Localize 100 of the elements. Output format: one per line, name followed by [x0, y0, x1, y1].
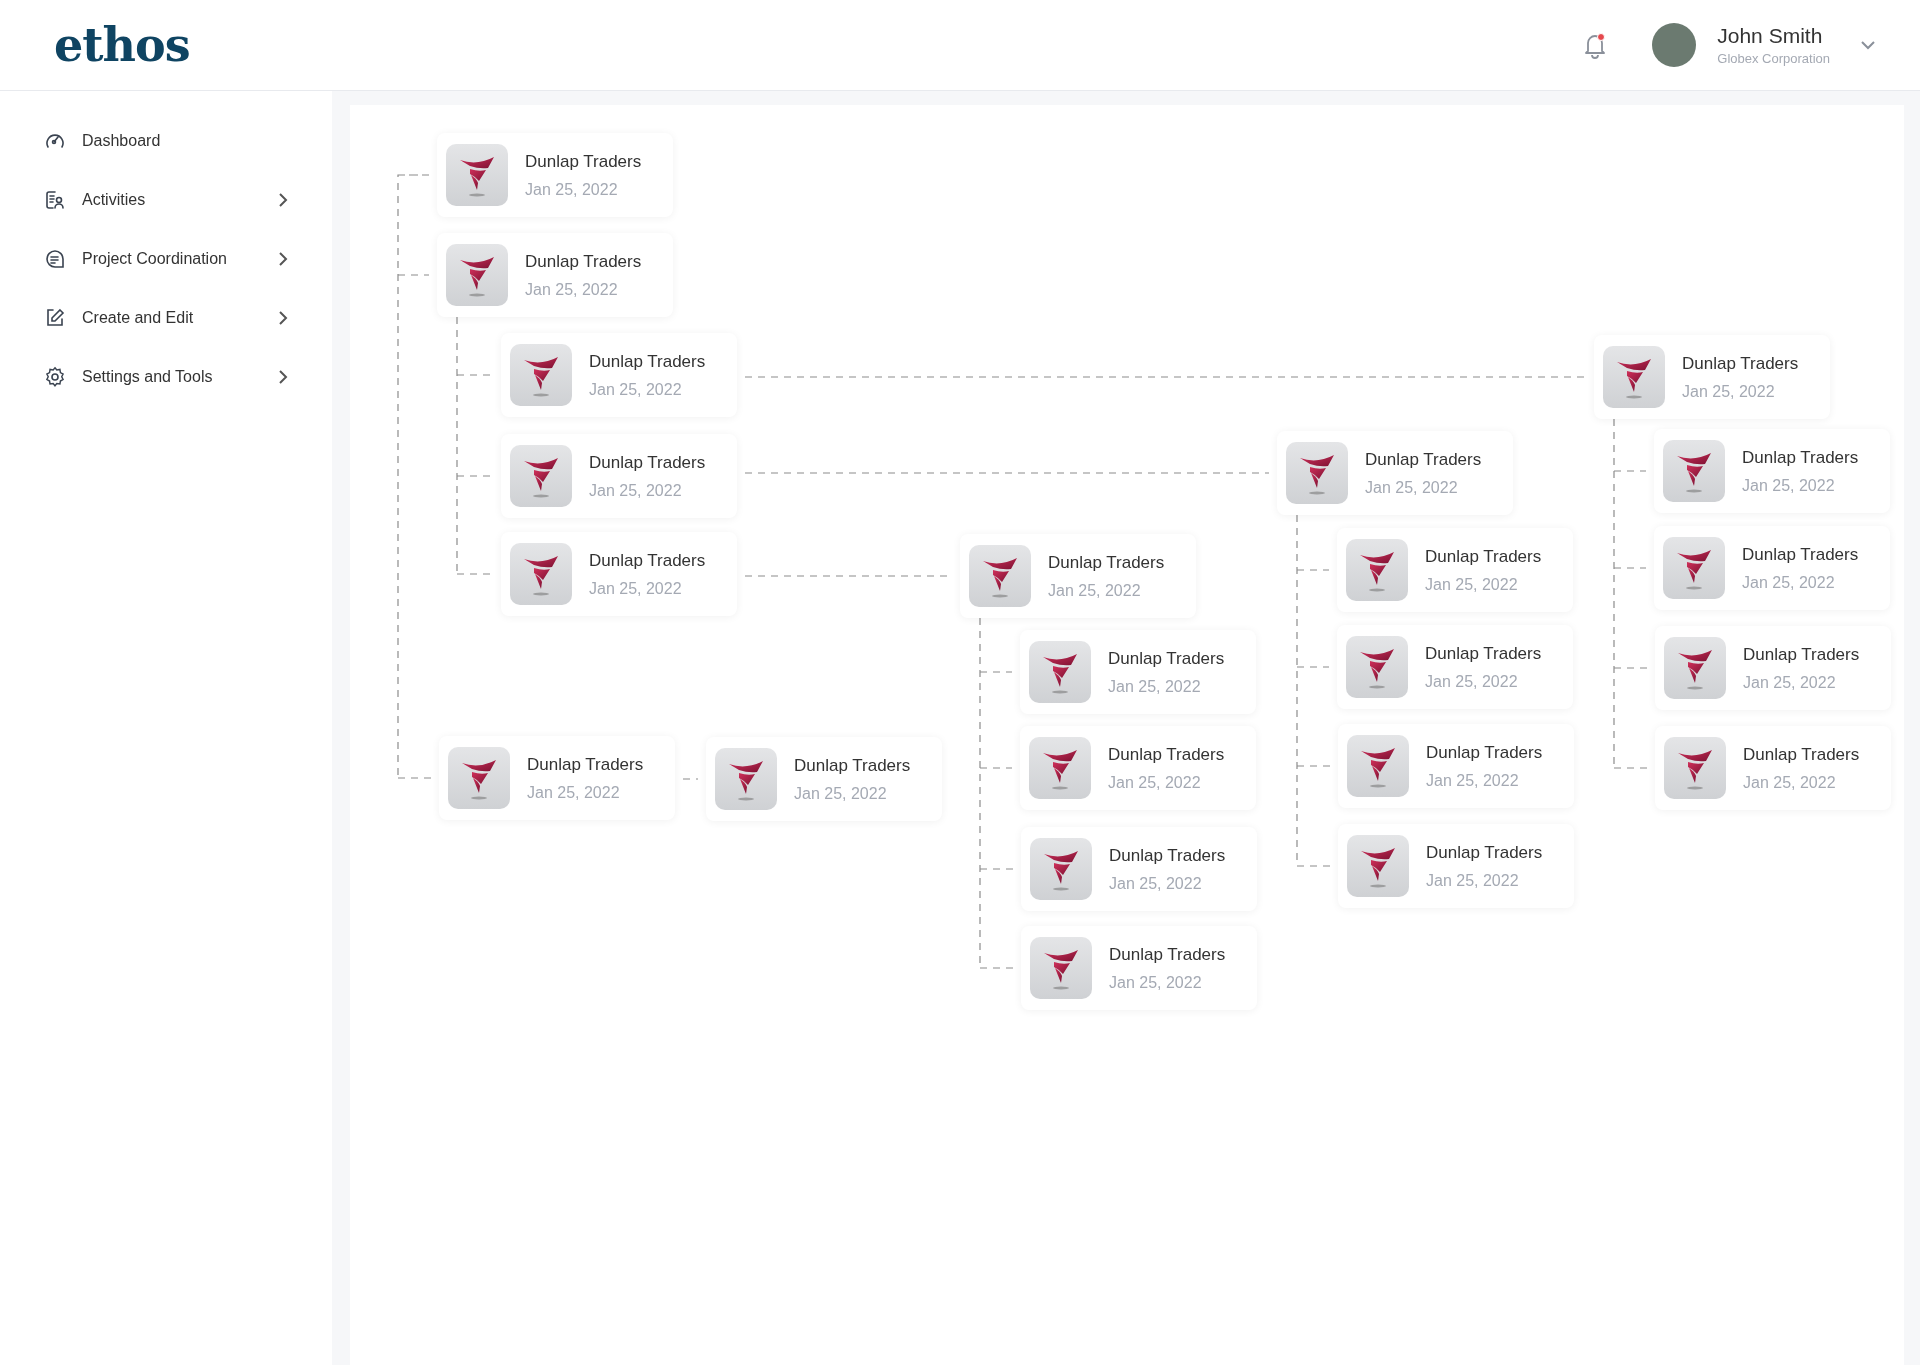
node-date: Jan 25, 2022: [1425, 672, 1519, 691]
node-date: Jan 25, 2022: [527, 783, 621, 802]
v-logo-icon: [510, 543, 572, 605]
logo: ethos: [54, 18, 190, 72]
nav-item[interactable]: Activities: [0, 170, 332, 229]
v-logo-icon: [1347, 735, 1409, 797]
nav-item[interactable]: Project Coordination: [0, 229, 332, 288]
v-logo-icon: [1029, 641, 1091, 703]
node-card[interactable]: Dunlap Traders Jan 25, 2022: [960, 534, 1196, 618]
node-card[interactable]: Dunlap Traders Jan 25, 2022: [1654, 526, 1890, 610]
node-name: Dunlap Traders: [1425, 546, 1542, 567]
node-date: Jan 25, 2022: [1108, 773, 1202, 792]
node-card[interactable]: Dunlap Traders Jan 25, 2022: [437, 233, 673, 317]
node-name: Dunlap Traders: [1048, 552, 1165, 573]
chat-bubble-icon: [44, 247, 66, 270]
node-card[interactable]: Dunlap Traders Jan 25, 2022: [501, 333, 737, 417]
nav-label: Project Coordination: [82, 249, 228, 268]
node-card[interactable]: Dunlap Traders Jan 25, 2022: [501, 532, 737, 616]
node-date: Jan 25, 2022: [1682, 382, 1776, 401]
v-logo-icon: [1347, 835, 1409, 897]
node-card[interactable]: Dunlap Traders Jan 25, 2022: [1337, 625, 1573, 709]
node-date: Jan 25, 2022: [1365, 478, 1459, 497]
node-card[interactable]: Dunlap Traders Jan 25, 2022: [1020, 630, 1256, 714]
node-name: Dunlap Traders: [1742, 544, 1859, 565]
edit-icon: [44, 306, 66, 329]
node-name: Dunlap Traders: [1742, 447, 1859, 468]
node-date: Jan 25, 2022: [1109, 874, 1203, 893]
node-card[interactable]: Dunlap Traders Jan 25, 2022: [1655, 626, 1891, 710]
node-name: Dunlap Traders: [589, 452, 706, 473]
v-logo-icon: [1030, 937, 1092, 999]
v-logo-icon: [1346, 539, 1408, 601]
node-card[interactable]: Dunlap Traders Jan 25, 2022: [1021, 926, 1257, 1010]
document-person-icon: [44, 188, 66, 211]
nav-item[interactable]: Settings and Tools: [0, 347, 332, 406]
node-name: Dunlap Traders: [1109, 845, 1226, 866]
node-card[interactable]: Dunlap Traders Jan 25, 2022: [1655, 726, 1891, 810]
node-card[interactable]: Dunlap Traders Jan 25, 2022: [1021, 827, 1257, 911]
node-name: Dunlap Traders: [1426, 842, 1543, 863]
v-logo-icon: [1664, 737, 1726, 799]
nav-item[interactable]: Dashboard: [0, 111, 332, 170]
node-name: Dunlap Traders: [1743, 744, 1860, 765]
user-name: John Smith: [1717, 24, 1824, 48]
node-name: Dunlap Traders: [527, 754, 644, 775]
node-card[interactable]: Dunlap Traders Jan 25, 2022: [437, 133, 673, 217]
node-date: Jan 25, 2022: [1108, 677, 1202, 696]
node-date: Jan 25, 2022: [525, 280, 619, 299]
node-date: Jan 25, 2022: [1743, 673, 1837, 692]
gear-icon: [44, 365, 66, 388]
node-date: Jan 25, 2022: [1743, 773, 1837, 792]
node-card[interactable]: Dunlap Traders Jan 25, 2022: [439, 736, 675, 820]
v-logo-icon: [510, 445, 572, 507]
node-card[interactable]: Dunlap Traders Jan 25, 2022: [706, 737, 942, 821]
node-date: Jan 25, 2022: [525, 180, 619, 199]
node-date: Jan 25, 2022: [1048, 581, 1142, 600]
connector-line: [682, 778, 699, 780]
node-date: Jan 25, 2022: [1425, 575, 1519, 594]
avatar[interactable]: [1652, 23, 1697, 67]
v-logo-icon: [446, 144, 508, 206]
node-date: Jan 25, 2022: [589, 380, 683, 399]
company-name: Globex Corporation: [1717, 51, 1830, 66]
node-date: Jan 25, 2022: [794, 784, 888, 803]
node-card[interactable]: Dunlap Traders Jan 25, 2022: [1020, 726, 1256, 810]
node-name: Dunlap Traders: [589, 550, 706, 571]
v-logo-icon: [1029, 737, 1091, 799]
node-name: Dunlap Traders: [589, 351, 706, 372]
v-logo-icon: [510, 344, 572, 406]
nav-item[interactable]: Create and Edit: [0, 288, 332, 347]
node-name: Dunlap Traders: [525, 151, 642, 172]
node-date: Jan 25, 2022: [589, 579, 683, 598]
v-logo-icon: [1030, 838, 1092, 900]
node-card[interactable]: Dunlap Traders Jan 25, 2022: [1654, 429, 1890, 513]
v-logo-icon: [1664, 637, 1726, 699]
node-card[interactable]: Dunlap Traders Jan 25, 2022: [1594, 335, 1830, 419]
node-name: Dunlap Traders: [1426, 742, 1543, 763]
nav-label: Create and Edit: [82, 308, 195, 327]
node-name: Dunlap Traders: [1108, 744, 1225, 765]
node-name: Dunlap Traders: [1425, 643, 1542, 664]
node-card[interactable]: Dunlap Traders Jan 25, 2022: [1338, 824, 1574, 908]
node-name: Dunlap Traders: [794, 755, 911, 776]
node-date: Jan 25, 2022: [1742, 476, 1836, 495]
v-logo-icon: [1286, 442, 1348, 504]
node-name: Dunlap Traders: [1108, 648, 1225, 669]
node-card[interactable]: Dunlap Traders Jan 25, 2022: [1337, 528, 1573, 612]
node-date: Jan 25, 2022: [1109, 973, 1203, 992]
v-logo-icon: [1663, 440, 1725, 502]
node-card[interactable]: Dunlap Traders Jan 25, 2022: [501, 434, 737, 518]
node-card[interactable]: Dunlap Traders Jan 25, 2022: [1277, 431, 1513, 515]
v-logo-icon: [446, 244, 508, 306]
v-logo-icon: [1663, 537, 1725, 599]
v-logo-icon: [969, 545, 1031, 607]
node-date: Jan 25, 2022: [1742, 573, 1836, 592]
node-name: Dunlap Traders: [1682, 353, 1799, 374]
node-card[interactable]: Dunlap Traders Jan 25, 2022: [1338, 724, 1574, 808]
nav-label: Settings and Tools: [82, 367, 214, 386]
chevron-down-icon[interactable]: [1860, 40, 1876, 50]
v-logo-icon: [715, 748, 777, 810]
node-name: Dunlap Traders: [1743, 644, 1860, 665]
v-logo-icon: [1346, 636, 1408, 698]
nav-label: Dashboard: [82, 131, 162, 150]
node-name: Dunlap Traders: [525, 251, 642, 272]
